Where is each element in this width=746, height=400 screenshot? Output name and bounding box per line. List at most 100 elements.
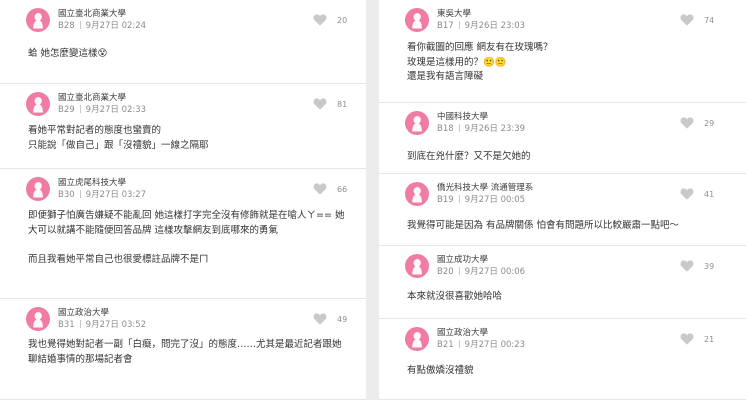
meta-divider [458,267,460,275]
heart-icon[interactable] [313,183,327,195]
avatar-icon[interactable] [26,8,50,32]
comment-text-line: 即便獅子怕廣告嫌疑不能亂回 她這樣打字完全沒有修飾就是在嗆人ㄚ== 她 [28,210,345,221]
like-count: 66 [337,185,348,194]
post-meta: B29 9月27日 02:33 [58,103,146,115]
post-meta: B19 9月27日 00:05 [437,193,525,205]
comment-column-right: 東吳大學 B17 9月26日 23:03 74 看你截圖的回應 網友有在玫瑰嗎？ 玫瑰是這… [379,0,746,400]
like-count: 21 [704,335,715,344]
comment-body: 看你截圖的回應 網友有在玫瑰嗎？ 玫瑰是這樣用的？🙂🙂 還是我有語言障礙 [407,41,553,85]
heart-icon[interactable] [680,188,694,200]
comment-item: 國立政治大學 B31 9月27日 03:52 49 我也覺得她對記者一副「白癡，問完了沒… [0,299,366,400]
heart-icon[interactable] [680,117,694,129]
post-meta: B28 9月27日 02:24 [58,19,146,31]
like-count: 29 [704,119,715,128]
like-count: 81 [337,100,348,109]
comment-text-line: 本來就沒很喜歡她哈哈 [407,291,503,302]
comment-item: 國立政治大學 B21 9月27日 00:23 21 有點傲嬌沒禮貌 [379,319,746,400]
comment-text-line: 還是我有語言障礙 [407,71,484,82]
meta-divider [458,195,460,203]
post-time: 9月27日 00:05 [464,195,526,205]
floor-number: B21 [437,340,454,350]
post-time: 9月27日 00:23 [464,340,526,350]
column-gap [366,0,379,400]
comment-text-line: 看你截圖的回應 網友有在玫瑰嗎？ [407,42,553,53]
avatar-icon[interactable] [26,177,50,201]
post-time: 9月27日 03:52 [85,320,147,330]
comment-item: 僑光科技大學 流通管理系 B19 9月27日 00:05 41 我覺得可能是因為 有品牌… [379,174,746,246]
comment-text-line: 玫瑰是這樣用的？🙂🙂 [407,56,507,68]
post-meta: B20 9月27日 00:06 [437,265,525,277]
post-meta: B18 9月26日 23:39 [437,122,525,134]
post-time: 9月26日 23:03 [464,21,526,31]
school-name: 國立成功大學 [437,255,489,265]
meta-divider [458,21,460,29]
heart-icon[interactable] [680,260,694,272]
meta-divider [79,190,81,198]
heart-icon[interactable] [680,14,694,26]
heart-icon[interactable] [313,14,327,26]
avatar-icon[interactable] [405,254,429,278]
comment-item: 中國科技大學 B18 9月26日 23:39 29 到底在兇什麼？又不是欠她的 [379,103,746,174]
school-name: 僑光科技大學 流通管理系 [437,183,534,193]
meta-divider [79,21,81,29]
like-count: 41 [704,190,715,199]
post-time: 9月26日 23:39 [464,124,526,134]
comment-body: 即便獅子怕廣告嫌疑不能亂回 她這樣打字完全沒有修飾就是在嗆人ㄚ== 她大可以就講… [28,209,344,267]
comment-text-line: 我覺得可能是因為 有品牌關係 怕會有問題所以比較嚴肅一點吧～ [407,220,680,231]
meta-divider [79,105,81,113]
floor-number: B31 [58,320,75,330]
avatar-icon[interactable] [405,182,429,206]
avatar-icon[interactable] [405,8,429,32]
school-name: 國立臺北商業大學 [58,9,127,19]
comment-body: 看她平常對記者的態度也蠻賣的 只能說「做自己」跟「沒禮貌」一線之隔耶 [28,124,209,153]
post-meta: B21 9月27日 00:23 [437,338,525,350]
post-time: 9月27日 02:24 [85,21,147,31]
comment-body: 有點傲嬌沒禮貌 [407,364,474,379]
comment-item: 國立臺北商業大學 B29 9月27日 02:33 81 看她平常對記者的態度也蠻賣的 只能… [0,84,366,169]
floor-number: B29 [58,105,75,115]
avatar-icon[interactable] [26,92,50,116]
school-name: 中國科技大學 [437,112,489,122]
comment-item: 國立虎尾科技大學 B30 9月27日 03:27 66 即便獅子怕廣告嫌疑不能亂回 她這… [0,169,366,299]
comment-body: 到底在兇什麼？又不是欠她的 [407,150,531,165]
post-time: 9月27日 02:33 [85,105,147,115]
floor-number: B19 [437,195,454,205]
comment-text-line: 聊結婚事情的那場記者會 [28,353,133,365]
school-name: 國立政治大學 [437,328,489,338]
like-count: 39 [704,262,715,271]
school-name: 國立政治大學 [58,308,110,318]
comment-text-line: 我也覺得她對記者一副「白癡，問完了沒」的態度……尤其是最近記者跟她 [28,339,342,350]
post-meta: B31 9月27日 03:52 [58,318,146,330]
comment-text-line: 到底在兇什麼？又不是欠她的 [407,151,531,162]
floor-number: B30 [58,190,75,200]
floor-number: B20 [437,267,454,277]
avatar-icon[interactable] [26,307,50,331]
post-meta: B30 9月27日 03:27 [58,188,146,200]
comment-text-line [28,238,344,253]
comment-column-left: 國立臺北商業大學 B28 9月27日 02:24 20 蛤 她怎麼變這樣😵 國立臺北商業大… [0,0,366,400]
comment-item: 國立臺北商業大學 B28 9月27日 02:24 20 蛤 她怎麼變這樣😵 [0,0,366,84]
heart-icon[interactable] [313,98,327,110]
post-time: 9月27日 03:27 [85,190,147,200]
comment-text-line: 蛤 她怎麼變這樣😵 [28,48,108,59]
meta-divider [458,124,460,132]
school-name: 東吳大學 [437,9,472,19]
school-name: 國立臺北商業大學 [58,93,127,103]
meta-divider [458,340,460,348]
avatar-icon[interactable] [405,111,429,135]
comment-text-line: 只能說「做自己」跟「沒禮貌」一線之隔耶 [28,139,209,151]
comment-body: 我覺得可能是因為 有品牌關係 怕會有問題所以比較嚴肅一點吧～ [407,219,679,234]
comment-text-line: 而且我看她平常自己也很愛標註品牌不是ㄇ [28,253,209,265]
comment-text-line: 有點傲嬌沒禮貌 [407,365,474,376]
comment-item: 國立成功大學 B20 9月27日 00:06 39 本來就沒很喜歡她哈哈 [379,246,746,319]
comment-item: 東吳大學 B17 9月26日 23:03 74 看你截圖的回應 網友有在玫瑰嗎？ 玫瑰是這… [379,0,746,103]
like-count: 20 [337,16,348,25]
post-meta: B17 9月26日 23:03 [437,19,525,31]
avatar-icon[interactable] [405,327,429,351]
floor-number: B18 [437,124,454,134]
post-time: 9月27日 00:06 [464,267,526,277]
heart-icon[interactable] [313,313,327,325]
comment-body: 本來就沒很喜歡她哈哈 [407,290,502,305]
comment-body: 蛤 她怎麼變這樣😵 [28,47,107,62]
heart-icon[interactable] [680,333,694,345]
